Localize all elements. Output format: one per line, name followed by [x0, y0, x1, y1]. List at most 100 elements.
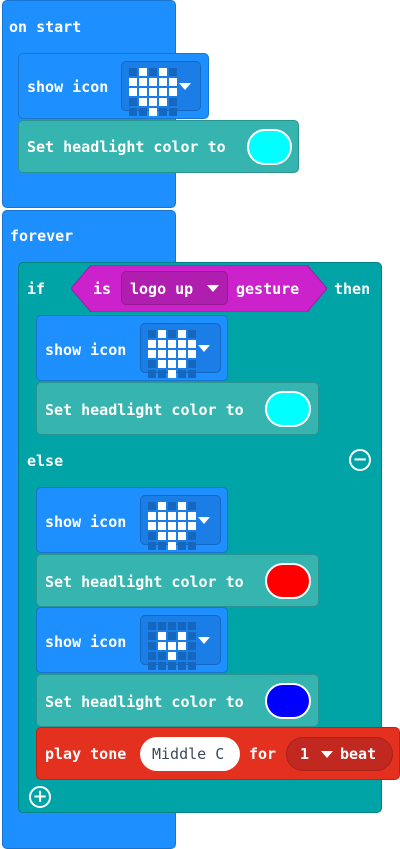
- led-cell: [158, 370, 166, 378]
- set-headlight-label: Set headlight color to: [45, 693, 244, 711]
- play-tone-label: play tone: [45, 745, 127, 763]
- led-cell: [158, 542, 166, 550]
- led-cell: [178, 662, 186, 670]
- led-cell: [158, 512, 166, 520]
- led-cell: [188, 512, 196, 520]
- led-cell: [158, 502, 166, 510]
- note-field[interactable]: Middle C: [140, 737, 240, 771]
- remove-else-icon[interactable]: −: [349, 449, 371, 471]
- led-cell: [188, 502, 196, 510]
- led-cell: [139, 78, 147, 86]
- led-cell: [158, 350, 166, 358]
- icon-dropdown[interactable]: [140, 323, 221, 378]
- led-cell: [188, 330, 196, 338]
- small-heart-icon: [148, 622, 196, 670]
- led-cell: [178, 502, 186, 510]
- play-tone-block[interactable]: play tone Middle C for 1 beat: [36, 727, 400, 780]
- led-cell: [148, 642, 156, 650]
- icon-dropdown[interactable]: [121, 61, 201, 116]
- led-cell: [168, 502, 176, 510]
- heart-icon: [129, 68, 177, 116]
- if-label: if: [27, 280, 46, 298]
- led-cell: [168, 622, 176, 630]
- show-icon-block[interactable]: show icon: [36, 607, 228, 673]
- led-cell: [148, 522, 156, 530]
- led-cell: [169, 108, 177, 116]
- led-cell: [178, 522, 186, 530]
- led-cell: [168, 642, 176, 650]
- show-icon-block[interactable]: show icon: [18, 53, 209, 119]
- led-cell: [188, 632, 196, 640]
- led-cell: [168, 512, 176, 520]
- on-start-label: on start: [9, 18, 82, 36]
- gesture-dropdown[interactable]: logo up: [121, 271, 228, 305]
- led-cell: [129, 68, 137, 76]
- show-icon-block[interactable]: show icon: [36, 487, 228, 553]
- led-cell: [158, 652, 166, 660]
- led-cell: [149, 88, 157, 96]
- add-else-if-icon[interactable]: +: [29, 786, 51, 808]
- led-cell: [168, 632, 176, 640]
- led-cell: [129, 78, 137, 86]
- led-cell: [188, 542, 196, 550]
- led-cell: [178, 532, 186, 540]
- led-cell: [188, 340, 196, 348]
- led-cell: [159, 78, 167, 86]
- led-cell: [178, 542, 186, 550]
- led-cell: [169, 88, 177, 96]
- led-cell: [148, 360, 156, 368]
- led-cell: [178, 512, 186, 520]
- led-cell: [178, 350, 186, 358]
- led-cell: [139, 98, 147, 106]
- led-cell: [139, 68, 147, 76]
- set-headlight-block[interactable]: Set headlight color to: [36, 554, 319, 607]
- led-cell: [188, 622, 196, 630]
- led-cell: [159, 108, 167, 116]
- led-cell: [188, 360, 196, 368]
- for-label: for: [249, 745, 277, 763]
- led-cell: [148, 542, 156, 550]
- led-cell: [178, 622, 186, 630]
- led-cell: [148, 330, 156, 338]
- forever-label: forever: [10, 227, 74, 245]
- led-cell: [148, 502, 156, 510]
- color-picker[interactable]: [247, 129, 292, 165]
- show-icon-label: show icon: [45, 513, 127, 531]
- set-headlight-block[interactable]: Set headlight color to: [18, 120, 299, 173]
- led-cell: [178, 340, 186, 348]
- color-picker[interactable]: [265, 683, 311, 719]
- led-cell: [129, 88, 137, 96]
- color-picker[interactable]: [265, 563, 311, 599]
- led-cell: [139, 108, 147, 116]
- chevron-down-icon: [198, 637, 210, 644]
- led-cell: [139, 88, 147, 96]
- led-cell: [158, 340, 166, 348]
- show-icon-block[interactable]: show icon: [36, 315, 228, 381]
- icon-dropdown[interactable]: [140, 615, 221, 670]
- gesture-value: logo up: [130, 280, 194, 298]
- led-cell: [168, 652, 176, 660]
- led-cell: [168, 370, 176, 378]
- chevron-down-icon: [198, 345, 210, 352]
- set-headlight-block[interactable]: Set headlight color to: [36, 382, 319, 435]
- led-cell: [129, 108, 137, 116]
- led-cell: [159, 88, 167, 96]
- led-cell: [178, 330, 186, 338]
- led-cell: [168, 522, 176, 530]
- set-headlight-block[interactable]: Set headlight color to: [36, 674, 319, 727]
- led-cell: [149, 78, 157, 86]
- led-cell: [148, 652, 156, 660]
- led-cell: [168, 542, 176, 550]
- led-cell: [168, 340, 176, 348]
- led-cell: [169, 68, 177, 76]
- beat-dropdown[interactable]: 1 beat: [286, 737, 393, 771]
- led-cell: [158, 522, 166, 530]
- led-cell: [168, 330, 176, 338]
- led-cell: [168, 532, 176, 540]
- led-cell: [159, 98, 167, 106]
- chevron-down-icon: [321, 751, 333, 758]
- led-cell: [188, 370, 196, 378]
- color-picker[interactable]: [265, 391, 311, 427]
- icon-dropdown[interactable]: [140, 495, 221, 550]
- note-value: Middle C: [152, 745, 225, 763]
